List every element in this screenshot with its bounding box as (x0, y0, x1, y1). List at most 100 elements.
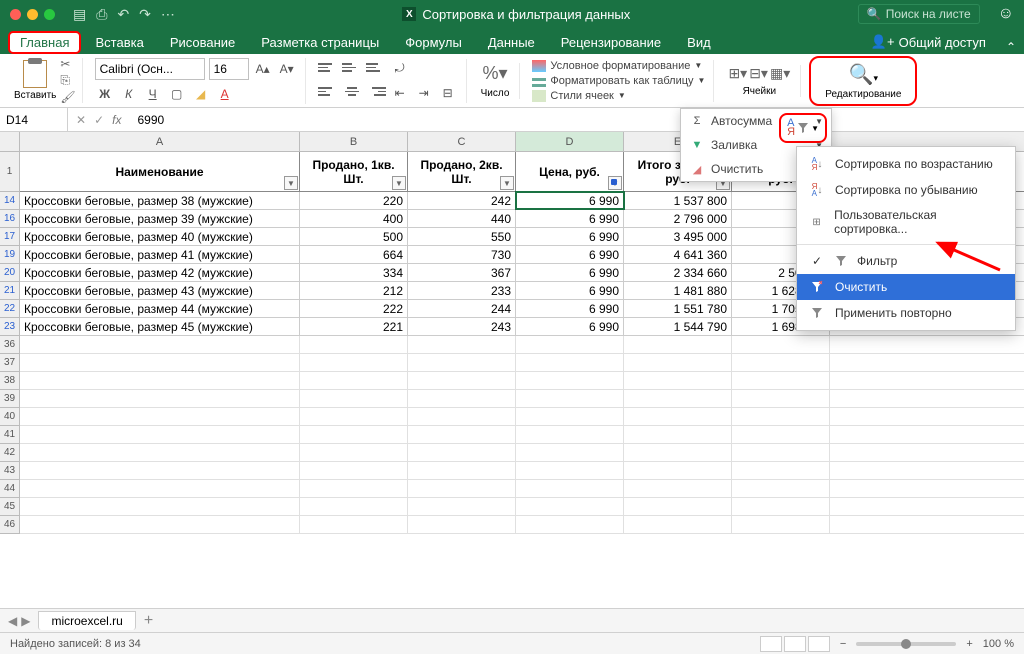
cell[interactable] (516, 480, 624, 497)
cell[interactable] (516, 462, 624, 479)
cell-total1[interactable]: 1 551 780 (624, 300, 732, 317)
zoom-in-button[interactable]: + (966, 638, 972, 650)
cell[interactable] (20, 372, 300, 389)
cell-name[interactable]: Кроссовки беговые, размер 39 (мужские) (20, 210, 300, 227)
cell[interactable] (624, 480, 732, 497)
tab-review[interactable]: Рецензирование (549, 31, 673, 54)
cell-q1[interactable]: 220 (300, 192, 408, 209)
row-header[interactable]: 38 (0, 372, 19, 390)
cell[interactable] (732, 516, 830, 533)
add-sheet-button[interactable]: + (144, 612, 153, 630)
cell-total1[interactable]: 1 481 880 (624, 282, 732, 299)
cell-name[interactable]: Кроссовки беговые, размер 45 (мужские) (20, 318, 300, 335)
increase-font-icon[interactable]: A▴ (253, 59, 273, 79)
cell-price[interactable]: 6 990 (516, 318, 624, 335)
cell-q1[interactable]: 221 (300, 318, 408, 335)
cell-q2[interactable]: 730 (408, 246, 516, 263)
tab-home[interactable]: Главная (8, 31, 81, 54)
italic-button[interactable]: К (119, 84, 139, 104)
redo-icon[interactable]: ↷ (139, 6, 151, 23)
cell[interactable] (624, 516, 732, 533)
row-header[interactable]: 46 (0, 516, 19, 534)
tab-formulas[interactable]: Формулы (393, 31, 474, 54)
cell-price[interactable]: 6 990 (516, 210, 624, 227)
cell-name[interactable]: Кроссовки беговые, размер 42 (мужские) (20, 264, 300, 281)
sort-descending-item[interactable]: ЯА↓Сортировка по убыванию (797, 177, 1015, 203)
search-box[interactable]: 🔍 Поиск на листе (858, 4, 980, 24)
cell[interactable] (516, 444, 624, 461)
cell-total1[interactable]: 2 334 660 (624, 264, 732, 281)
name-box[interactable]: D14 (0, 108, 68, 131)
filter-btn-q2[interactable]: ▼ (500, 176, 514, 190)
cell-q2[interactable]: 367 (408, 264, 516, 281)
cell[interactable] (300, 444, 408, 461)
sort-filter-button[interactable]: АЯ ▼ (779, 113, 827, 143)
row-header[interactable]: 17 (0, 228, 19, 246)
align-center-icon[interactable] (342, 83, 362, 101)
cell[interactable] (408, 444, 516, 461)
zoom-slider[interactable] (856, 642, 956, 646)
close-window[interactable] (10, 9, 21, 20)
tab-data[interactable]: Данные (476, 31, 547, 54)
cell[interactable] (20, 498, 300, 515)
zoom-level[interactable]: 100 % (983, 638, 1014, 650)
formula-input[interactable] (129, 113, 1024, 127)
align-bottom-icon[interactable] (366, 59, 386, 77)
page-layout-button[interactable] (784, 636, 806, 652)
qat-more-icon[interactable]: ⋯ (161, 6, 175, 23)
cell[interactable] (20, 390, 300, 407)
filter-btn-q1[interactable]: ▼ (392, 176, 406, 190)
share-button[interactable]: 👤+ Общий доступ (861, 30, 996, 54)
cell[interactable] (300, 498, 408, 515)
fx-icon[interactable]: fx (112, 113, 121, 127)
row-header[interactable]: 14 (0, 192, 19, 210)
cell[interactable] (408, 408, 516, 425)
cell-q2[interactable]: 550 (408, 228, 516, 245)
cell-q2[interactable]: 233 (408, 282, 516, 299)
cell[interactable] (300, 426, 408, 443)
cell-total1[interactable]: 1 544 790 (624, 318, 732, 335)
cell-q1[interactable]: 400 (300, 210, 408, 227)
cell[interactable] (20, 408, 300, 425)
cell[interactable] (408, 354, 516, 371)
col-header-a[interactable]: A (20, 132, 300, 151)
cell[interactable] (20, 516, 300, 533)
cell[interactable] (624, 354, 732, 371)
clear-filter-item[interactable]: Очистить (797, 274, 1015, 300)
cell[interactable] (408, 498, 516, 515)
cell[interactable] (20, 462, 300, 479)
fill-color-icon[interactable]: ◢ (191, 84, 211, 104)
row-header[interactable]: 42 (0, 444, 19, 462)
col-header-d[interactable]: D (516, 132, 624, 151)
cell-total1[interactable]: 4 641 360 (624, 246, 732, 263)
row-header[interactable]: 41 (0, 426, 19, 444)
cell[interactable] (624, 336, 732, 353)
cell-q1[interactable]: 500 (300, 228, 408, 245)
cell[interactable] (20, 444, 300, 461)
cell-name[interactable]: Кроссовки беговые, размер 44 (мужские) (20, 300, 300, 317)
cut-icon[interactable]: ✂ (60, 57, 75, 71)
feedback-icon[interactable]: ☺ (998, 5, 1014, 23)
cell[interactable] (624, 390, 732, 407)
cell[interactable] (732, 390, 830, 407)
page-break-button[interactable] (808, 636, 830, 652)
cell[interactable] (516, 516, 624, 533)
custom-sort-item[interactable]: ⊞Пользовательская сортировка... (797, 203, 1015, 241)
cell[interactable] (300, 408, 408, 425)
cell[interactable] (408, 480, 516, 497)
cell[interactable] (516, 426, 624, 443)
row-header[interactable]: 16 (0, 210, 19, 228)
zoom-out-button[interactable]: − (840, 638, 846, 650)
cell[interactable] (732, 336, 830, 353)
minimize-window[interactable] (27, 9, 38, 20)
cell[interactable] (732, 444, 830, 461)
cell[interactable] (732, 408, 830, 425)
cell[interactable] (516, 354, 624, 371)
cell-q2[interactable]: 244 (408, 300, 516, 317)
col-header-b[interactable]: B (300, 132, 408, 151)
cell[interactable] (408, 516, 516, 533)
tab-insert[interactable]: Вставка (83, 31, 155, 54)
cell[interactable] (516, 408, 624, 425)
cell-total1[interactable]: 3 495 000 (624, 228, 732, 245)
filter-btn-price[interactable]: ▼ (608, 176, 622, 190)
